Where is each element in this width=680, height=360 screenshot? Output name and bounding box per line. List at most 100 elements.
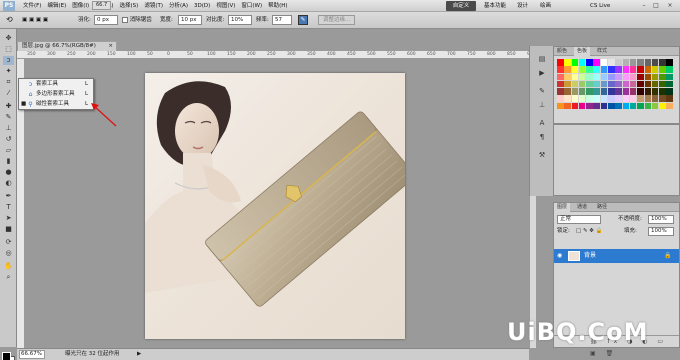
swatch-color[interactable] [629, 88, 637, 95]
workspace-painting[interactable]: 绘画 [540, 0, 551, 12]
workspace-active-button[interactable]: 自定义 [446, 1, 476, 11]
swatch-color[interactable] [629, 66, 637, 73]
zoom-level-dropdown[interactable]: 66.7 [92, 1, 112, 10]
swatch-color[interactable] [629, 80, 637, 88]
layer-visibility-eye-icon[interactable]: ◉ [557, 252, 562, 260]
swatch-color[interactable] [571, 95, 579, 102]
swatch-color[interactable] [600, 59, 608, 66]
swatch-color[interactable] [578, 102, 586, 110]
workspace-design[interactable]: 设计 [517, 0, 528, 12]
swatch-color[interactable] [615, 95, 622, 102]
swatch-color[interactable] [608, 102, 615, 110]
swatch-color[interactable] [600, 102, 608, 110]
swatch-color[interactable] [637, 80, 644, 88]
swatch-color[interactable] [666, 73, 673, 81]
eyedropper-tool-icon[interactable]: ⁄ [3, 89, 14, 98]
tab-swatches[interactable]: 色板 [574, 47, 591, 56]
swatch-color[interactable] [659, 102, 666, 110]
swatch-color[interactable] [666, 80, 673, 88]
swatch-color[interactable] [600, 80, 608, 88]
menu-select[interactable]: 选择(S) [117, 0, 142, 12]
swatch-color[interactable] [622, 102, 630, 110]
swatch-color[interactable] [593, 102, 600, 110]
brushes-panel-icon[interactable]: ✎ [536, 86, 548, 96]
actions-panel-icon[interactable]: ▶ [536, 68, 548, 78]
clone-stamp-tool-icon[interactable]: ⊥ [3, 124, 14, 133]
swatch-color[interactable] [622, 95, 630, 102]
status-zoom-field[interactable]: 66.67% [19, 350, 45, 359]
swatch-color[interactable] [593, 95, 600, 102]
swatch-color[interactable] [593, 59, 600, 66]
swatch-color[interactable] [666, 95, 673, 102]
swatch-color[interactable] [571, 66, 579, 73]
path-selection-tool-icon[interactable]: ➤ [3, 214, 14, 223]
fill-input[interactable]: 100% [648, 227, 674, 236]
zoom-tool-icon[interactable]: ⌕ [3, 273, 14, 282]
swatch-color[interactable] [622, 59, 630, 66]
swatch-color[interactable] [600, 66, 608, 73]
blend-mode-dropdown[interactable]: 正常 [557, 215, 601, 224]
swatch-color[interactable] [659, 59, 666, 66]
selection-mode-icons[interactable]: ▣ ▣ ▣ ▣ [22, 15, 48, 25]
menu-window[interactable]: 窗口(W) [238, 0, 265, 12]
swatch-color[interactable] [637, 66, 644, 73]
swatch-color[interactable] [637, 95, 644, 102]
swatch-color[interactable] [644, 59, 652, 66]
character-panel-icon[interactable]: A [536, 118, 548, 128]
swatch-color[interactable] [615, 88, 622, 95]
swatch-color[interactable] [622, 88, 630, 95]
swatch-color[interactable] [557, 88, 564, 95]
swatch-color[interactable] [578, 80, 586, 88]
swatch-color[interactable] [651, 95, 659, 102]
tablet-pressure-icon[interactable]: ✎ [298, 15, 308, 25]
tab-color[interactable]: 颜色 [554, 47, 570, 56]
swatch-color[interactable] [629, 73, 637, 81]
menu-image[interactable]: 图像(I) [69, 0, 92, 12]
swatch-color[interactable] [637, 73, 644, 81]
swatch-color[interactable] [586, 88, 593, 95]
swatch-color[interactable] [578, 88, 586, 95]
swatch-color[interactable] [608, 88, 615, 95]
swatch-color[interactable] [615, 59, 622, 66]
swatch-color[interactable] [659, 66, 666, 73]
swatch-color[interactable] [578, 95, 586, 102]
swatch-color[interactable] [586, 66, 593, 73]
menu-help[interactable]: 帮助(H) [265, 0, 290, 12]
swatch-color[interactable] [557, 80, 564, 88]
swatch-color[interactable] [571, 80, 579, 88]
swatch-color[interactable] [622, 66, 630, 73]
swatch-color[interactable] [600, 73, 608, 81]
swatch-color[interactable] [571, 102, 579, 110]
swatch-color[interactable] [615, 66, 622, 73]
swatch-color[interactable] [651, 102, 659, 110]
workspace-essentials[interactable]: 基本功能 [484, 0, 506, 12]
width-input[interactable]: 10 px [178, 15, 202, 25]
refine-edge-button[interactable]: 调整边缘... [318, 15, 356, 25]
swatch-color[interactable] [586, 73, 593, 81]
flyout-magnetic-lasso-tool[interactable]: ■ ⚲ 磁性套索工具 L [19, 100, 93, 109]
swatch-color[interactable] [608, 73, 615, 81]
swatch-color[interactable] [608, 66, 615, 73]
swatch-color[interactable] [637, 59, 644, 66]
swatch-color[interactable] [578, 66, 586, 73]
move-tool-icon[interactable]: ✥ [3, 34, 14, 43]
pen-tool-icon[interactable]: ✒ [3, 192, 14, 201]
swatch-color[interactable] [593, 66, 600, 73]
document-canvas[interactable] [145, 73, 405, 339]
swatch-color[interactable] [600, 88, 608, 95]
lasso-tool-preset-icon[interactable]: ⟲ [6, 15, 13, 25]
swatch-color[interactable] [637, 88, 644, 95]
swatch-color[interactable] [651, 59, 659, 66]
menu-3d[interactable]: 3D(D) [191, 0, 213, 12]
swatch-color[interactable] [644, 88, 652, 95]
swatch-color[interactable] [615, 73, 622, 81]
swatch-color[interactable] [651, 66, 659, 73]
layer-row-background[interactable]: ◉ 背景 🔒 [554, 249, 679, 263]
swatch-color[interactable] [666, 66, 673, 73]
hand-tool-icon[interactable]: ✋ [3, 262, 14, 271]
swatch-color[interactable] [586, 59, 593, 66]
swatch-color[interactable] [557, 59, 564, 66]
swatch-color[interactable] [586, 102, 593, 110]
tab-layers[interactable]: 图层 [554, 203, 571, 212]
swatch-color[interactable] [666, 88, 673, 95]
